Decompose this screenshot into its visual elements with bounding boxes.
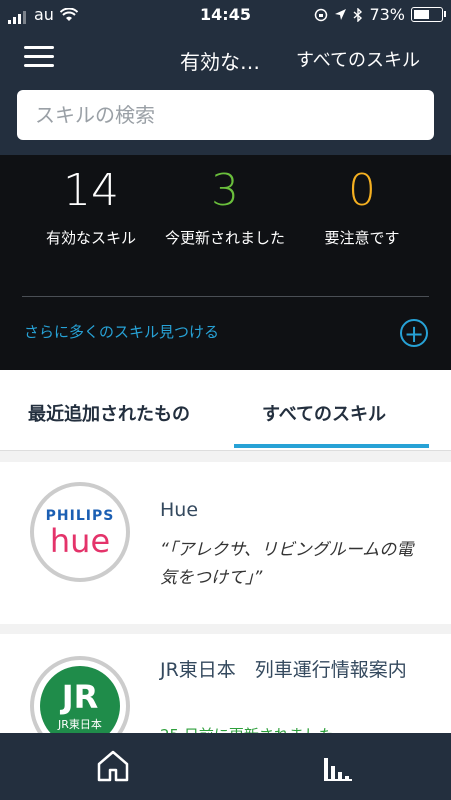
- tab-all-skills[interactable]: すべてのスキル: [262, 400, 386, 426]
- skill-card-hue[interactable]: PHILIPS hue Hue “「アレクサ、リビングルームの電気をつけて」”: [0, 462, 451, 624]
- discover-more-skills-link[interactable]: さらに多くのスキル見つける: [24, 321, 219, 342]
- header-tab-enabled[interactable]: 有効な…: [180, 46, 260, 75]
- battery-percent: 73%: [369, 5, 405, 24]
- hue-logo: PHILIPS hue: [30, 482, 130, 582]
- hue-brand: hue: [49, 522, 111, 560]
- skill-stats-panel: 14 有効なスキル 3 今更新されました 0 要注意です さらに多くのスキル見つ…: [0, 155, 451, 370]
- stat-enabled-value: 14: [63, 165, 119, 216]
- activity-icon[interactable]: [322, 752, 354, 782]
- home-icon[interactable]: [96, 749, 130, 783]
- skill-title: JR東日本 列車運行情報案内: [160, 659, 407, 681]
- header-tab-all-skills[interactable]: すべてのスキル: [296, 46, 420, 72]
- tab-recently-added[interactable]: 最近追加されたもの: [28, 400, 190, 426]
- skill-sample-utterance: “「アレクサ、リビングルームの電気をつけて」”: [160, 540, 414, 588]
- skill-title: Hue: [160, 499, 199, 521]
- stat-updated[interactable]: 3 今更新されました: [150, 165, 300, 250]
- skill-updated-label: 25 日前に更新されました: [160, 724, 334, 733]
- location-icon: [335, 9, 347, 20]
- stat-attention-value: 0: [348, 165, 376, 216]
- skill-search-input[interactable]: [17, 90, 434, 140]
- jr-logo-text: JR: [61, 678, 99, 716]
- stat-attention[interactable]: 0 要注意です: [287, 165, 437, 250]
- divider: [22, 296, 429, 297]
- add-icon[interactable]: +: [400, 319, 428, 348]
- battery-icon: [411, 7, 446, 22]
- status-bar: au 14:45 73%: [0, 0, 451, 30]
- active-tab-indicator: [234, 444, 429, 448]
- app-header: 有効な… すべてのスキル: [0, 30, 451, 155]
- jr-logo-subtext: JR東日本: [58, 718, 102, 731]
- jr-east-logo: JR JR東日本: [30, 656, 130, 733]
- rotation-lock-icon: [315, 8, 328, 21]
- menu-icon[interactable]: [24, 46, 54, 68]
- stat-enabled-label: 有効なスキル: [45, 229, 136, 247]
- stat-enabled[interactable]: 14 有効なスキル: [16, 165, 166, 250]
- stat-attention-label: 要注意です: [324, 229, 400, 247]
- stat-updated-value: 3: [211, 165, 239, 216]
- stat-updated-label: 今更新されました: [164, 229, 285, 247]
- skill-card-jr-east[interactable]: JR JR東日本 JR東日本 列車運行情報案内 25 日前に更新されました: [0, 634, 451, 733]
- bottom-nav: [0, 733, 451, 800]
- bluetooth-icon: [353, 7, 363, 22]
- skill-tabs: 最近追加されたもの すべてのスキル: [0, 370, 451, 451]
